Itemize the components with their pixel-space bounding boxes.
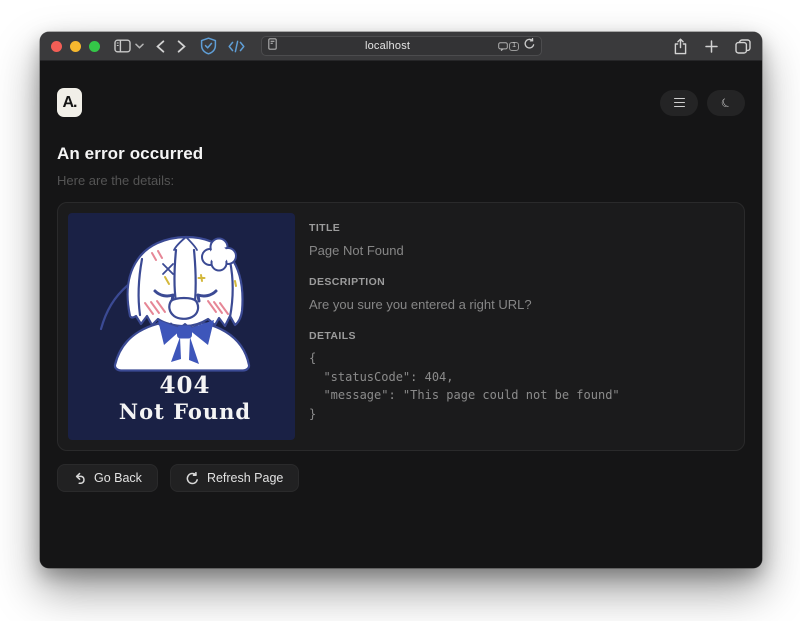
- toolbar-right-group: [673, 35, 751, 57]
- browser-toolbar: localhost 1: [40, 32, 762, 61]
- refresh-page-label: Refresh Page: [207, 471, 283, 485]
- refresh-page-button[interactable]: Refresh Page: [170, 464, 299, 492]
- chevron-right-icon: [177, 40, 186, 53]
- tab-overview-button[interactable]: [735, 35, 751, 57]
- menu-button[interactable]: [660, 90, 698, 116]
- minimize-window-button[interactable]: [70, 41, 81, 52]
- action-buttons: Go Back Refresh Page: [57, 464, 745, 492]
- share-button[interactable]: [673, 35, 688, 57]
- title-label: TITLE: [309, 222, 734, 234]
- details-label: DETAILS: [309, 330, 734, 342]
- sidebar-menu-button[interactable]: [135, 35, 144, 57]
- address-bar-accessories: 1: [498, 37, 535, 55]
- plus-icon: [705, 40, 718, 53]
- page-subtitle: Here are the details:: [57, 173, 745, 188]
- close-window-button[interactable]: [51, 41, 62, 52]
- reload-icon[interactable]: [524, 37, 535, 55]
- sidebar-icon: [114, 39, 131, 53]
- privacy-report-button[interactable]: [200, 35, 217, 57]
- header-actions: ☾: [660, 90, 745, 116]
- zoom-window-button[interactable]: [89, 41, 100, 52]
- content-blocker-badge-icon[interactable]: 1: [498, 42, 519, 51]
- share-icon: [673, 38, 688, 55]
- tabs-icon: [735, 39, 751, 54]
- reader-page-icon: [268, 37, 277, 55]
- url-text: localhost: [282, 40, 493, 52]
- browser-window: localhost 1: [40, 32, 762, 568]
- go-back-button[interactable]: Go Back: [57, 464, 158, 492]
- page-title: An error occurred: [57, 144, 745, 164]
- error-card: 404 Not Found TITLE Page Not Found DESCR…: [57, 202, 745, 451]
- undo-arrow-icon: [73, 472, 86, 484]
- description-label: DESCRIPTION: [309, 276, 734, 288]
- illustration-code-text: 404: [159, 372, 210, 399]
- address-bar[interactable]: localhost 1: [261, 36, 542, 56]
- theme-toggle-button[interactable]: ☾: [707, 90, 745, 116]
- code-icon: [228, 40, 245, 53]
- webpage: A. ☾ An error occurred Here are the deta…: [40, 61, 762, 568]
- window-controls: [51, 41, 100, 52]
- refresh-icon: [186, 472, 199, 485]
- hamburger-icon: [674, 98, 685, 108]
- sidebar-toggle-button[interactable]: [114, 35, 131, 57]
- details-json: { "statusCode": 404, "message": "This pa…: [309, 349, 734, 423]
- site-logo[interactable]: A.: [57, 88, 82, 117]
- site-header: A. ☾: [57, 61, 745, 117]
- description-value: Are you sure you entered a right URL?: [309, 297, 734, 312]
- 404-illustration: 404 Not Found: [68, 213, 295, 440]
- chevron-down-icon: [135, 43, 144, 49]
- go-back-label: Go Back: [94, 471, 142, 485]
- new-tab-button[interactable]: [705, 35, 718, 57]
- error-details-panel: TITLE Page Not Found DESCRIPTION Are you…: [309, 213, 734, 440]
- web-inspector-button[interactable]: [228, 35, 245, 57]
- moon-icon: ☾: [718, 94, 734, 111]
- title-value: Page Not Found: [309, 243, 734, 258]
- forward-button[interactable]: [177, 35, 186, 57]
- badge-count: 1: [509, 42, 519, 51]
- illustration-label-text: Not Found: [119, 399, 251, 424]
- shield-check-icon: [200, 37, 217, 55]
- chevron-left-icon: [156, 40, 165, 53]
- back-button[interactable]: [156, 35, 165, 57]
